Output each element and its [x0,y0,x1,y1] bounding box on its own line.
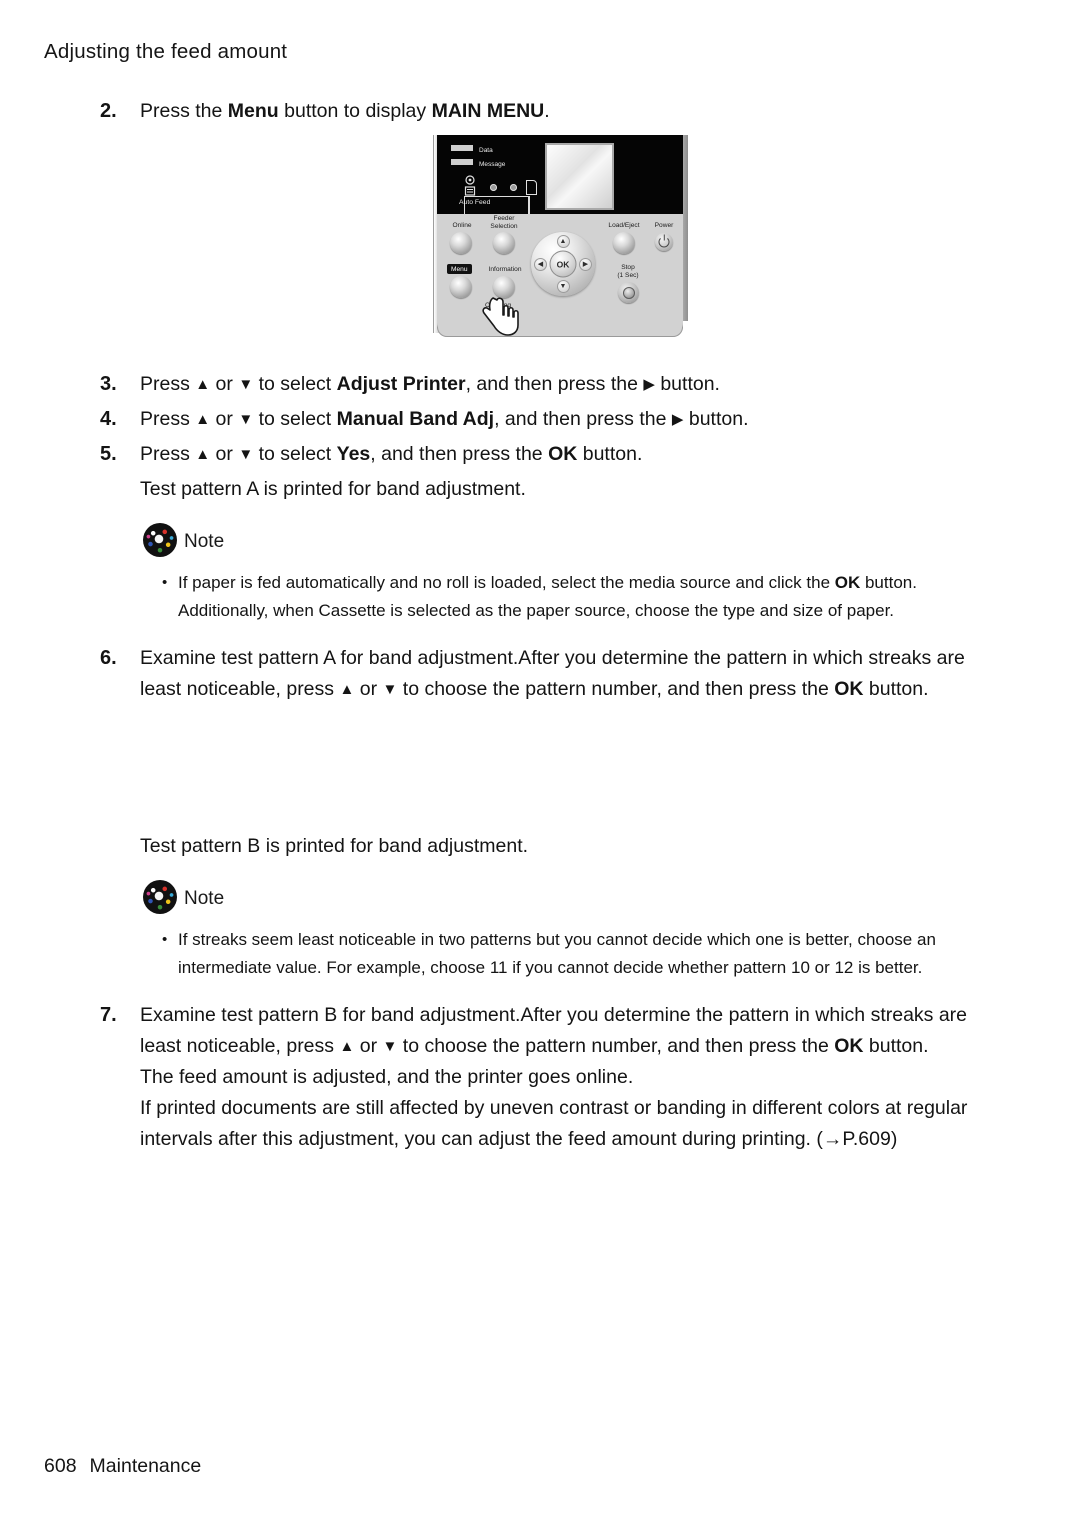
step-7-number: 7. [100,1004,117,1026]
note-b-item-2-text: intermediate value. For example, choose … [178,958,923,977]
step-7: 7. Examine test pattern B for band adjus… [100,1000,1030,1155]
note-a-item-2: Additionally, when Cassette is selected … [140,597,1030,625]
step-3-text: Press ▲ or ▼ to select Adjust Printer, a… [140,373,720,395]
note-b-item-2: intermediate value. For example, choose … [140,954,1030,982]
step-6-line-2: least noticeable, press ▲ or ▼ to choose… [140,678,929,700]
step-2: 2. Press the Menu button to display MAIN… [100,96,1030,127]
note-icon [143,523,177,557]
step-2-number: 2. [100,100,117,122]
note-a-item-2-text: Additionally, when Cassette is selected … [178,601,895,620]
body-content: 2. Press the Menu button to display MAIN… [100,96,1030,1159]
step-4-number: 4. [100,408,117,430]
step-6-line-1: Examine test pattern A for band adjustme… [140,647,965,669]
note-b-list: • If streaks seem least noticeable in tw… [140,926,1030,982]
running-head: Adjusting the feed amount [44,40,288,63]
note-a-label: Note [184,531,225,552]
figure-space-test-pattern [100,709,1030,831]
note-block-b: Note • If streaks seem least noticeable … [100,880,1030,982]
step-3: 3. Press ▲ or ▼ to select Adjust Printer… [100,369,1030,400]
after-step-6-text: Test pattern B is printed for band adjus… [140,835,529,857]
page-footer: 608 Maintenance [44,1455,201,1478]
note-b-item-1: • If streaks seem least noticeable in tw… [140,926,1030,954]
step-7-line-2: least noticeable, press ▲ or ▼ to choose… [140,1035,929,1057]
figure-space-panel [100,131,1030,369]
note-a-item-1: • If paper is fed automatically and no r… [140,569,1030,597]
note-b-head: Note [140,880,1030,926]
step-5-text: Press ▲ or ▼ to select Yes, and then pre… [140,443,643,465]
note-icon [143,880,177,914]
footer-section: Maintenance [89,1455,202,1477]
note-b-label: Note [184,888,225,909]
step-7-line-5: intervals after this adjustment, you can… [140,1128,898,1150]
note-b-item-1-text: If streaks seem least noticeable in two … [178,930,936,949]
step-5-number: 5. [100,443,117,465]
note-a-item-1-text: If paper is fed automatically and no rol… [178,573,917,592]
step-6-number: 6. [100,647,117,669]
step-4-text: Press ▲ or ▼ to select Manual Band Adj, … [140,408,749,430]
note-a-bullet-1: • [162,574,168,591]
step-4: 4. Press ▲ or ▼ to select Manual Band Ad… [100,404,1030,435]
note-a-head: Note [140,523,1030,569]
step-7-line-1: Examine test pattern B for band adjustme… [140,1004,968,1026]
step-5: 5. Press ▲ or ▼ to select Yes, and then … [100,439,1030,470]
step-3-number: 3. [100,373,117,395]
step-7-line-4: If printed documents are still affected … [140,1097,968,1119]
step-2-text: Press the Menu button to display MAIN ME… [140,100,550,122]
after-step-5-text: Test pattern A is printed for band adjus… [140,478,526,500]
step-6: 6. Examine test pattern A for band adjus… [100,643,1030,705]
step-7-line-3: The feed amount is adjusted, and the pri… [140,1066,634,1088]
note-block-a: Note • If paper is fed automatically and… [100,523,1030,625]
document-page: Adjusting the feed amount Data Message A… [0,0,1080,1527]
note-a-list: • If paper is fed automatically and no r… [140,569,1030,625]
footer-page-number: 608 [44,1455,77,1477]
note-b-bullet-1: • [162,931,168,948]
